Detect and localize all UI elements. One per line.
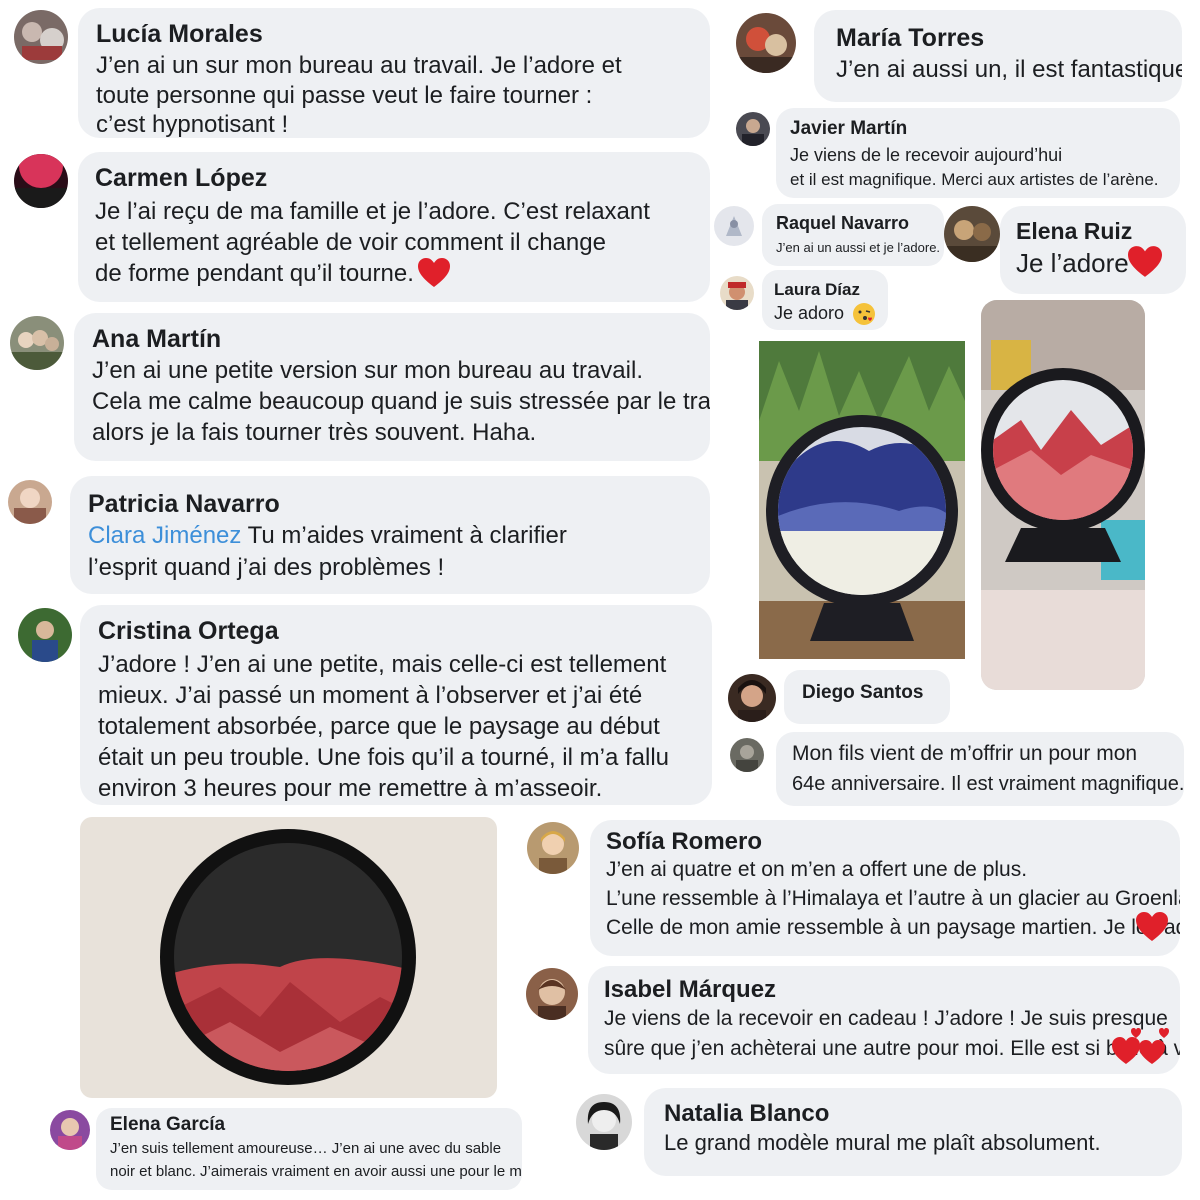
avatar[interactable] <box>527 822 579 874</box>
red-heart-icon <box>1136 912 1168 941</box>
avatar[interactable] <box>736 112 770 146</box>
comment-bubble: Elena García J’en suis tellement amoureu… <box>96 1108 522 1190</box>
mention-link[interactable]: Clara Jiménez <box>88 522 241 549</box>
comment-text: J’en ai un sur mon bureau au travail. Je… <box>96 52 622 79</box>
comment-text: L’une ressemble à l’Himalaya et l’autre … <box>606 887 1180 910</box>
comment-text: Cela me calme beaucoup quand je suis str… <box>92 388 710 415</box>
comment-text: alors je la fais tourner très souvent. H… <box>92 419 537 446</box>
comment-text: noir et blanc. J’aimerais vraiment en av… <box>110 1163 522 1180</box>
commenter-name[interactable]: Lucía Morales <box>96 20 263 49</box>
red-heart-icon <box>418 258 450 287</box>
red-heart-icon <box>1128 246 1162 277</box>
comment-text: Je l’adore <box>1016 248 1129 278</box>
comment-bubble: Laura Díaz Je adoro <box>762 270 888 330</box>
commenter-name[interactable]: Raquel Navarro <box>776 213 909 234</box>
comment-bubble: Cristina Ortega J’adore ! J’en ai une pe… <box>80 605 712 805</box>
comment-text: 64e anniversaire. Il est vraiment magnif… <box>792 773 1184 795</box>
comment-bubble: Raquel Navarro J’en ai un aussi et je l’… <box>762 204 944 266</box>
comment-bubble: Carmen López Je l’ai reçu de ma famille … <box>78 152 710 302</box>
comment-text: J’en ai un aussi et je l’adore. <box>776 240 941 255</box>
comment-text: J’en ai aussi un, il est fantastique. <box>836 56 1182 83</box>
avatar[interactable] <box>576 1094 632 1150</box>
commenter-name[interactable]: Natalia Blanco <box>664 1100 829 1128</box>
commenter-name[interactable]: Patricia Navarro <box>88 490 280 519</box>
avatar[interactable] <box>18 608 72 662</box>
comment-text: Je adoro <box>774 303 845 323</box>
comment-bubble: María Torres J’en ai aussi un, il est fa… <box>814 10 1182 102</box>
avatar[interactable] <box>736 13 796 73</box>
comment-text: et tellement agréable de voir comment il… <box>95 229 606 256</box>
commenter-name[interactable]: Ana Martín <box>92 325 221 354</box>
comment-text: Je viens de le recevoir aujourd’hui <box>790 145 1063 165</box>
comment-bubble: Natalia Blanco Le grand modèle mural me … <box>644 1088 1182 1176</box>
commenter-name[interactable]: Diego Santos <box>802 682 923 704</box>
comment-text: J’en ai quatre et on m’en a offert une d… <box>606 858 1028 881</box>
avatar[interactable] <box>10 316 64 370</box>
sand-art-photo-blue[interactable] <box>759 341 965 659</box>
commenter-name[interactable]: Elena Ruiz <box>1016 218 1132 245</box>
comment-text: était un peu trouble. Une fois qu’il a t… <box>98 744 669 771</box>
comment-bubble: Patricia Navarro Clara Jiménez Tu m’aide… <box>70 476 710 594</box>
commenter-name[interactable]: Cristina Ortega <box>98 617 279 646</box>
comment-text: c’est hypnotisant ! <box>96 111 289 138</box>
comment-bubble: Sofía Romero J’en ai quatre et on m’en a… <box>590 820 1180 956</box>
avatar[interactable] <box>944 206 1000 262</box>
sand-art-photo-red-wall[interactable] <box>80 817 497 1098</box>
comment-text: J’en suis tellement amoureuse… J’en ai u… <box>110 1140 502 1157</box>
sand-art-photo-red-desk[interactable] <box>981 300 1145 690</box>
comment-bubble: Isabel Márquez Je viens de la recevoir e… <box>588 966 1180 1074</box>
comment-bubble: Lucía Morales J’en ai un sur mon bureau … <box>78 8 710 138</box>
commenter-name[interactable]: María Torres <box>836 24 984 53</box>
avatar[interactable] <box>720 276 754 310</box>
comment-text: J’en ai une petite version sur mon burea… <box>92 357 643 384</box>
commenter-name[interactable]: Laura Díaz <box>774 280 860 300</box>
comment-bubble: Elena Ruiz Je l’adore <box>1000 206 1186 294</box>
avatar[interactable] <box>50 1110 90 1150</box>
comment-text: l’esprit quand j’ai des problèmes ! <box>88 554 445 581</box>
comment-text: toute personne qui passe veut le faire t… <box>96 82 593 109</box>
comment-text: Le grand modèle mural me plaît absolumen… <box>664 1130 1101 1155</box>
comment-text: sûre que j’en achèterai une autre pour m… <box>604 1037 1180 1060</box>
comment-bubble: Javier Martín Je viens de le recevoir au… <box>776 108 1180 198</box>
commenter-name[interactable]: Elena García <box>110 1114 225 1136</box>
comment-bubble: Mon fils vient de m’offrir un pour mon 6… <box>776 732 1184 806</box>
comment-bubble: Ana Martín J’en ai une petite version su… <box>74 313 710 461</box>
comment-text: environ 3 heures pour me remettre à m’as… <box>98 775 603 802</box>
comment-text: J’adore ! J’en ai une petite, mais celle… <box>98 651 667 678</box>
comment-bubble: Diego Santos <box>784 670 950 724</box>
avatar[interactable] <box>8 480 52 524</box>
avatar[interactable] <box>730 738 764 772</box>
comment-text: Je viens de la recevoir en cadeau ! J’ad… <box>604 1007 1168 1030</box>
commenter-name[interactable]: Carmen López <box>95 164 267 193</box>
commenter-name[interactable]: Sofía Romero <box>606 828 762 856</box>
commenter-name[interactable]: Javier Martín <box>790 118 907 140</box>
commenter-name[interactable]: Isabel Márquez <box>604 976 776 1004</box>
comment-text: mieux. J’ai passé un moment à l’observer… <box>98 682 643 709</box>
comment-text-inline: Tu m’aides vraiment à clarifier <box>247 522 567 549</box>
avatar[interactable] <box>14 154 68 208</box>
avatar[interactable] <box>14 10 68 64</box>
kissing-face-icon <box>853 303 875 325</box>
comment-text: Clara Jiménez Tu m’aides vraiment à clar… <box>88 522 567 550</box>
two-hearts-icon <box>1112 1028 1169 1064</box>
comment-text: Mon fils vient de m’offrir un pour mon <box>792 742 1138 765</box>
comment-text: de forme pendant qu’il tourne. <box>95 260 414 287</box>
avatar[interactable] <box>714 206 754 246</box>
avatar[interactable] <box>526 968 578 1020</box>
comment-text: Celle de mon amie ressemble à un paysage… <box>606 916 1180 939</box>
comment-text: Je l’ai reçu de ma famille et je l’adore… <box>95 198 650 225</box>
comment-text: totalement absorbée, parce que le paysag… <box>98 713 660 740</box>
avatar[interactable] <box>728 674 776 722</box>
comment-text: et il est magnifique. Merci aux artistes… <box>790 170 1159 189</box>
